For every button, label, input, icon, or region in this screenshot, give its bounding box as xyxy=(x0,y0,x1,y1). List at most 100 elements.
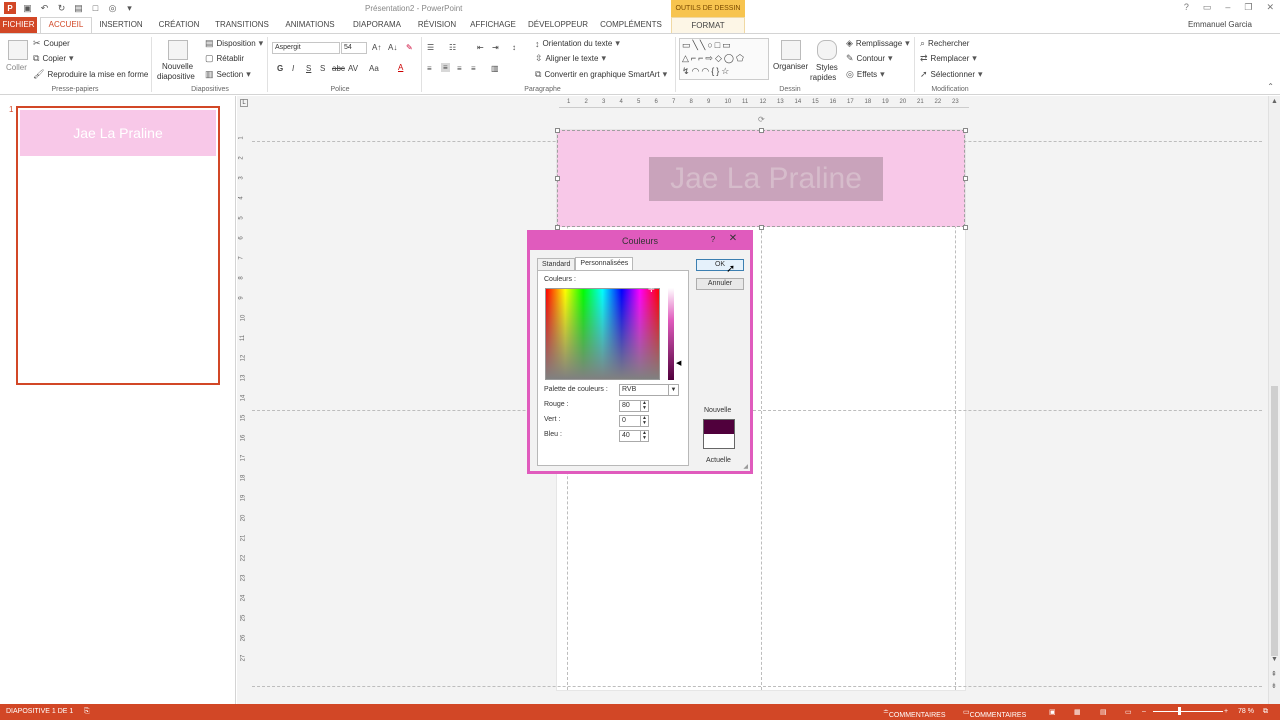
grow-font-icon[interactable]: A↑ xyxy=(372,43,381,52)
luminance-slider[interactable] xyxy=(668,288,674,380)
tab-standard[interactable]: Standard xyxy=(537,258,576,270)
previous-slide-icon[interactable]: ⇞ xyxy=(1271,670,1277,678)
resize-handle[interactable] xyxy=(963,176,968,181)
tab-format[interactable]: FORMAT xyxy=(671,17,745,33)
next-slide-icon[interactable]: ⇟ xyxy=(1271,682,1277,690)
quick-styles-button-line2[interactable]: rapides xyxy=(810,73,836,82)
italic-button[interactable]: I xyxy=(292,64,294,73)
minimize-icon[interactable]: – xyxy=(1225,2,1230,13)
green-spinner[interactable]: 0 ▲ ▼ xyxy=(619,415,649,427)
red-spinner[interactable]: 80 ▲ ▼ xyxy=(619,400,649,412)
resize-grip-icon[interactable]: ◢ xyxy=(743,463,748,470)
slide-title-textbox[interactable]: Jae La Praline xyxy=(649,157,883,201)
save-icon[interactable]: ▣ xyxy=(22,3,33,14)
font-name-combo[interactable]: Aspergit xyxy=(272,42,340,54)
tab-insertion[interactable]: INSERTION xyxy=(96,17,146,33)
undo-icon[interactable]: ↶ xyxy=(39,3,50,14)
reset-button[interactable]: ▢ Rétablir xyxy=(205,53,244,64)
shapes-gallery[interactable]: ▭╲╲○□▭ △⌐⌐⇨◇◯⬠ ↯◠◠{}☆ xyxy=(679,38,769,80)
redo-icon[interactable]: ↻ xyxy=(56,3,67,14)
vertical-scrollbar[interactable]: ▲ ▼ ⇞ ⇟ xyxy=(1268,96,1280,704)
layout-button[interactable]: ▤ Disposition ▾ xyxy=(205,38,263,49)
scroll-up-icon[interactable]: ▲ xyxy=(1271,98,1278,105)
help-icon[interactable]: ? xyxy=(708,233,718,247)
zoom-level[interactable]: 78 % xyxy=(1238,708,1254,715)
spin-arrows-icon[interactable]: ▲ ▼ xyxy=(640,401,648,411)
new-slide-icon[interactable] xyxy=(168,40,188,60)
change-case-button[interactable]: Aa xyxy=(369,64,379,73)
increase-indent-icon[interactable]: ⇥ xyxy=(492,43,499,52)
shrink-font-icon[interactable]: A↓ xyxy=(388,43,397,52)
tab-custom[interactable]: Personnalisées xyxy=(575,257,634,270)
bold-button[interactable]: G xyxy=(277,64,283,73)
tab-developpeur[interactable]: DÉVELOPPEUR xyxy=(527,17,589,33)
text-direction-button[interactable]: ↕ Orientation du texte ▾ xyxy=(535,38,620,49)
tab-accueil[interactable]: ACCUEIL xyxy=(40,17,92,33)
quick-styles-icon[interactable] xyxy=(817,40,837,60)
arrange-button[interactable]: Organiser xyxy=(773,62,808,71)
tab-revision[interactable]: RÉVISION xyxy=(414,17,460,33)
resize-handle[interactable] xyxy=(963,225,968,230)
columns-icon[interactable]: ▥ xyxy=(491,64,499,73)
tab-fichier[interactable]: FICHIER xyxy=(0,17,37,33)
notes-button[interactable]: ≐ COMMENTAIRES xyxy=(883,708,946,719)
resize-handle[interactable] xyxy=(759,225,764,230)
customize-qat-icon[interactable]: ▾ xyxy=(124,3,135,14)
user-account[interactable]: Emmanuel Garcia xyxy=(1188,19,1252,31)
numbering-icon[interactable]: ☷ xyxy=(449,43,456,52)
zoom-slider[interactable] xyxy=(1153,711,1223,712)
paste-icon[interactable] xyxy=(8,40,28,60)
resize-handle[interactable] xyxy=(963,128,968,133)
tab-affichage[interactable]: AFFICHAGE xyxy=(466,17,520,33)
tab-creation[interactable]: CRÉATION xyxy=(154,17,204,33)
paste-button[interactable]: Coller xyxy=(6,63,27,72)
spin-arrows-icon[interactable]: ▲ ▼ xyxy=(640,431,648,441)
tab-transitions[interactable]: TRANSITIONS xyxy=(212,17,272,33)
new-slide-button[interactable]: Nouvelle xyxy=(162,62,193,71)
chevron-down-icon[interactable]: ▼ xyxy=(668,385,678,395)
maximize-icon[interactable]: ❐ xyxy=(1244,2,1252,13)
align-text-button[interactable]: ⇳ Aligner le texte ▾ xyxy=(535,53,606,64)
shadow-button[interactable]: S xyxy=(320,64,325,73)
color-spectrum[interactable] xyxy=(545,288,660,380)
palette-select[interactable]: RVB ▼ xyxy=(619,384,679,396)
slide-sorter-icon[interactable]: ▦ xyxy=(1074,708,1081,716)
new-slide-button-line2[interactable]: diapositive xyxy=(157,72,195,81)
normal-view-icon[interactable]: ▣ xyxy=(1049,708,1056,716)
blue-spinner[interactable]: 40 ▲ ▼ xyxy=(619,430,649,442)
close-icon[interactable]: ✕ xyxy=(1266,2,1274,13)
collapse-ribbon-icon[interactable]: ⌃ xyxy=(1267,82,1274,91)
luminance-arrow-icon[interactable]: ◀ xyxy=(676,359,681,367)
slide-thumbnail[interactable]: Jae La Praline xyxy=(16,106,220,385)
cancel-button[interactable]: Annuler xyxy=(696,278,744,290)
underline-button[interactable]: S xyxy=(306,64,311,73)
strikethrough-button[interactable]: abc xyxy=(332,64,345,73)
shape-effects-button[interactable]: ◎ Effets ▾ xyxy=(846,69,885,80)
spin-arrows-icon[interactable]: ▲ ▼ xyxy=(640,416,648,426)
align-left-icon[interactable]: ≡ xyxy=(427,64,432,73)
justify-icon[interactable]: ≡ xyxy=(471,64,476,73)
char-spacing-button[interactable]: AV xyxy=(348,64,358,73)
copy-button[interactable]: ⧉ Copier ▾ xyxy=(33,53,74,64)
ribbon-display-icon[interactable]: ▭ xyxy=(1203,2,1212,13)
clear-format-icon[interactable]: ✎ xyxy=(406,43,413,52)
close-icon[interactable]: ✕ xyxy=(726,233,740,247)
cut-button[interactable]: ✂ Couper xyxy=(33,38,70,49)
quick-styles-button[interactable]: Styles xyxy=(816,63,838,72)
tab-diaporama[interactable]: DIAPORAMA xyxy=(348,17,406,33)
find-button[interactable]: ⌕ Rechercher xyxy=(920,38,969,49)
font-color-button[interactable]: A xyxy=(398,63,403,72)
scrollbar-thumb[interactable] xyxy=(1271,386,1278,656)
new-document-icon[interactable]: □ xyxy=(90,3,101,14)
replace-button[interactable]: ⇄ Remplacer ▾ xyxy=(920,53,977,64)
comments-button[interactable]: ▭ COMMENTAIRES xyxy=(963,708,1026,719)
resize-handle[interactable] xyxy=(759,128,764,133)
align-center-icon[interactable]: ≡ xyxy=(441,63,450,72)
start-from-beginning-icon[interactable]: ▤ xyxy=(73,3,84,14)
touch-mode-icon[interactable]: ◎ xyxy=(107,3,118,14)
bullets-icon[interactable]: ☰ xyxy=(427,43,434,52)
slideshow-icon[interactable]: ▭ xyxy=(1125,708,1132,716)
zoom-slider-thumb[interactable] xyxy=(1178,707,1181,715)
line-spacing-icon[interactable]: ↕ xyxy=(512,43,516,52)
shape-outline-button[interactable]: ✎ Contour ▾ xyxy=(846,53,893,64)
